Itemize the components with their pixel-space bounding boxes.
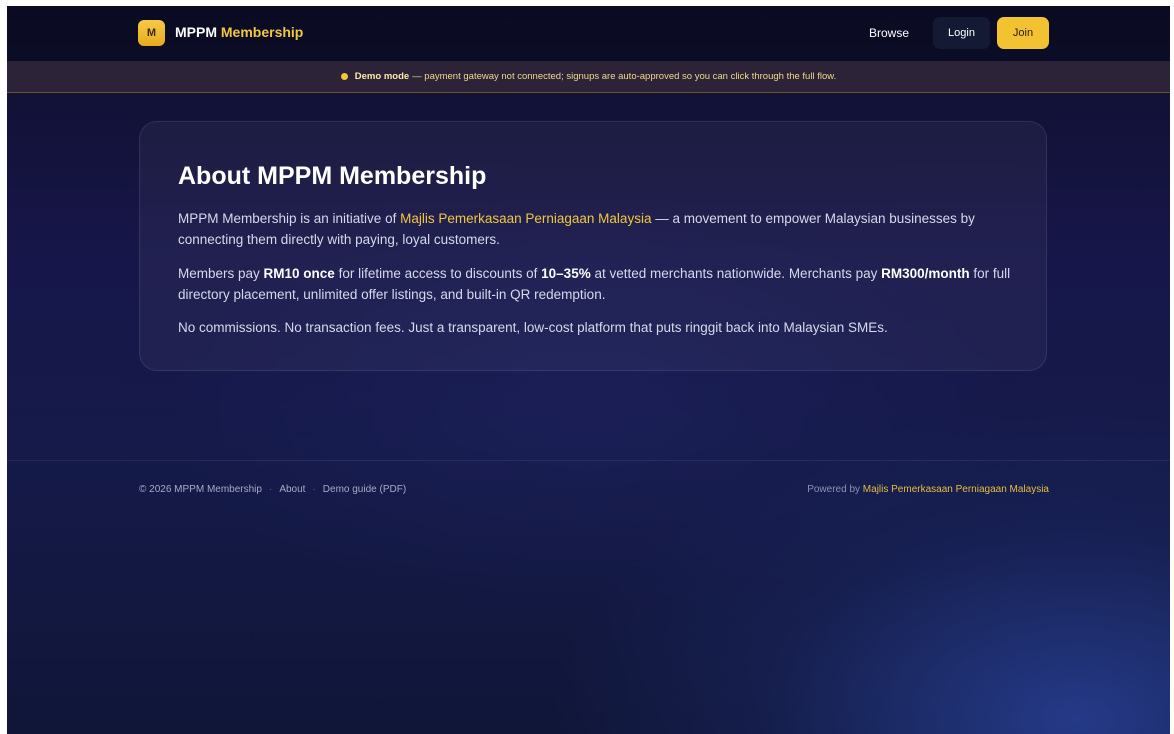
demo-mode-banner: Demo mode — payment gateway not connecte… — [7, 61, 1170, 93]
member-price: RM10 once — [263, 266, 335, 281]
footer-links: © 2026 MPPM Membership · About · Demo guide … — [139, 484, 406, 495]
footer-divider — [7, 460, 1170, 461]
about-paragraph-pricing: Members pay RM10 once for lifetime acces… — [178, 263, 1018, 305]
status-dot-icon — [340, 73, 348, 80]
logo-icon[interactable]: M — [138, 20, 165, 46]
about-paragraph-fees: No commissions. No transaction fees. Jus… — [178, 320, 888, 335]
footer-about-link[interactable]: About — [279, 484, 305, 495]
brand-accent: Membership — [220, 24, 304, 40]
join-button[interactable]: Join — [997, 17, 1049, 49]
pricing-text-e: at vetted merchants nationwide. Merchant… — [590, 266, 882, 281]
discount-range: 10–35% — [541, 266, 591, 281]
powered-by-text: Powered by — [807, 484, 863, 495]
brand-name[interactable]: MPPM Membership — [175, 24, 303, 40]
about-paragraph-intro: MPPM Membership is an initiative of Majl… — [178, 208, 1018, 250]
pricing-text-c: for lifetime access to discounts of — [334, 266, 542, 281]
page-title: About MPPM Membership — [178, 162, 487, 190]
footer-separator: · — [268, 484, 273, 495]
nav-browse-link[interactable]: Browse — [869, 26, 909, 40]
top-navbar: M MPPM Membership Browse Login Join — [7, 6, 1170, 61]
banner-text: — payment gateway not connected; signups… — [412, 71, 837, 82]
footer-powered-by: Powered by Majlis Pemerkasaan Perniagaan… — [807, 484, 1049, 495]
banner-title: Demo mode — [354, 71, 410, 82]
footer-separator: · — [312, 484, 316, 495]
intro-text-pre: MPPM Membership is an initiative of — [178, 211, 401, 226]
brand-main: MPPM — [175, 24, 217, 40]
pricing-text-a: Members pay — [178, 266, 264, 281]
about-card: About MPPM Membership MPPM Membership is… — [139, 121, 1047, 371]
footer-demo-guide-link[interactable]: Demo guide (PDF) — [323, 484, 406, 495]
powered-by-link[interactable]: Majlis Pemerkasaan Perniagaan Malaysia — [863, 484, 1049, 495]
mppm-org-link[interactable]: Majlis Pemerkasaan Perniagaan Malaysia — [400, 211, 651, 226]
app-window: M MPPM Membership Browse Login Join Demo… — [7, 6, 1170, 734]
footer-copyright: © 2026 MPPM Membership — [139, 484, 262, 495]
merchant-price: RM300/month — [881, 266, 970, 281]
login-button[interactable]: Login — [933, 17, 990, 49]
